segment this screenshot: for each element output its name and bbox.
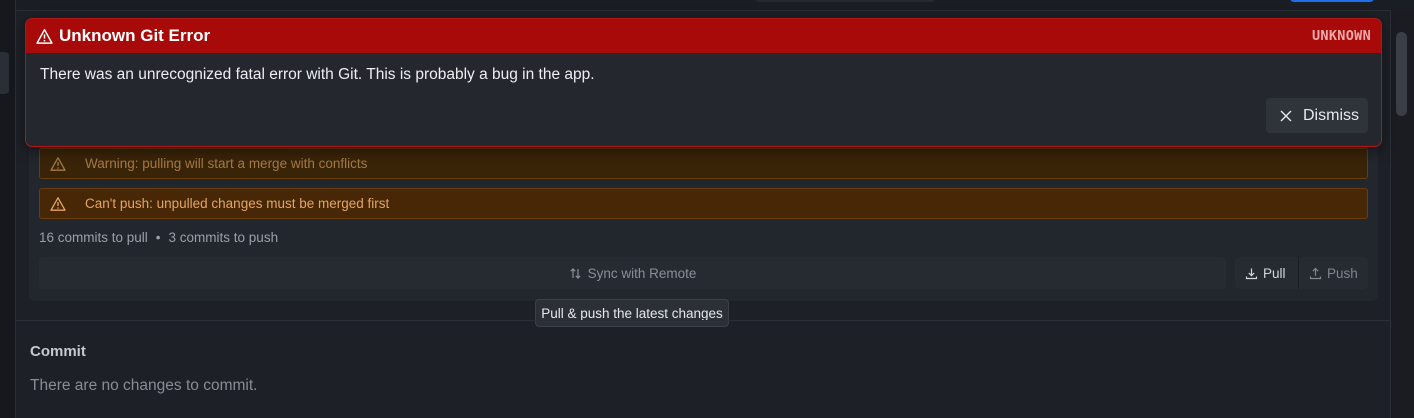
top-input-edge[interactable] bbox=[755, 0, 935, 2]
error-message: There was an unrecognized fatal error wi… bbox=[40, 66, 595, 83]
error-header: Unknown Git Error UNKNOWN bbox=[26, 19, 1381, 53]
git-error-toast: Unknown Git Error UNKNOWN There was an u… bbox=[25, 18, 1382, 147]
warning-triangle-icon bbox=[50, 156, 66, 172]
error-code: UNKNOWN bbox=[1312, 28, 1371, 44]
left-panel-edge bbox=[0, 0, 16, 418]
sync-label: Sync with Remote bbox=[587, 265, 697, 281]
dismiss-label: Dismiss bbox=[1303, 106, 1359, 124]
left-panel-tab[interactable] bbox=[0, 52, 9, 94]
commit-section-title: Commit bbox=[30, 343, 86, 360]
warning-banner-merge-conflicts: Warning: pulling will start a merge with… bbox=[39, 148, 1368, 179]
separator-dot: • bbox=[155, 230, 161, 245]
pull-button[interactable]: Pull bbox=[1235, 257, 1299, 289]
sync-tooltip: Pull & push the latest changes bbox=[535, 299, 729, 327]
warning-text: Can't push: unpulled changes must be mer… bbox=[85, 196, 390, 211]
warning-triangle-icon bbox=[50, 196, 66, 212]
top-primary-button-edge[interactable] bbox=[1290, 0, 1374, 2]
dismiss-button[interactable]: Dismiss bbox=[1266, 98, 1368, 133]
scrollbar-thumb[interactable] bbox=[1396, 32, 1407, 116]
download-icon bbox=[1245, 267, 1258, 280]
commit-counts: 16 commits to pull • 3 commits to push bbox=[39, 230, 278, 245]
sync-with-remote-button[interactable]: Sync with Remote bbox=[39, 257, 1226, 289]
push-button[interactable]: Push bbox=[1299, 257, 1368, 289]
warning-triangle-icon bbox=[36, 28, 53, 45]
warning-banner-cant-push: Can't push: unpulled changes must be mer… bbox=[39, 188, 1368, 219]
error-title: Unknown Git Error bbox=[59, 26, 211, 45]
arrows-up-down-icon bbox=[569, 267, 582, 280]
close-icon bbox=[1280, 110, 1292, 122]
push-label: Push bbox=[1327, 265, 1358, 281]
commits-to-pull: 16 commits to pull bbox=[39, 230, 148, 245]
pull-label: Pull bbox=[1263, 265, 1286, 281]
warning-text: Warning: pulling will start a merge with… bbox=[85, 156, 368, 171]
section-divider bbox=[16, 320, 1390, 321]
vertical-scrollbar[interactable] bbox=[1390, 10, 1414, 418]
commit-empty-message: There are no changes to commit. bbox=[30, 377, 258, 394]
pull-push-group: Pull Push bbox=[1235, 257, 1368, 289]
commits-to-push: 3 commits to push bbox=[168, 230, 279, 245]
upload-icon bbox=[1309, 267, 1322, 280]
